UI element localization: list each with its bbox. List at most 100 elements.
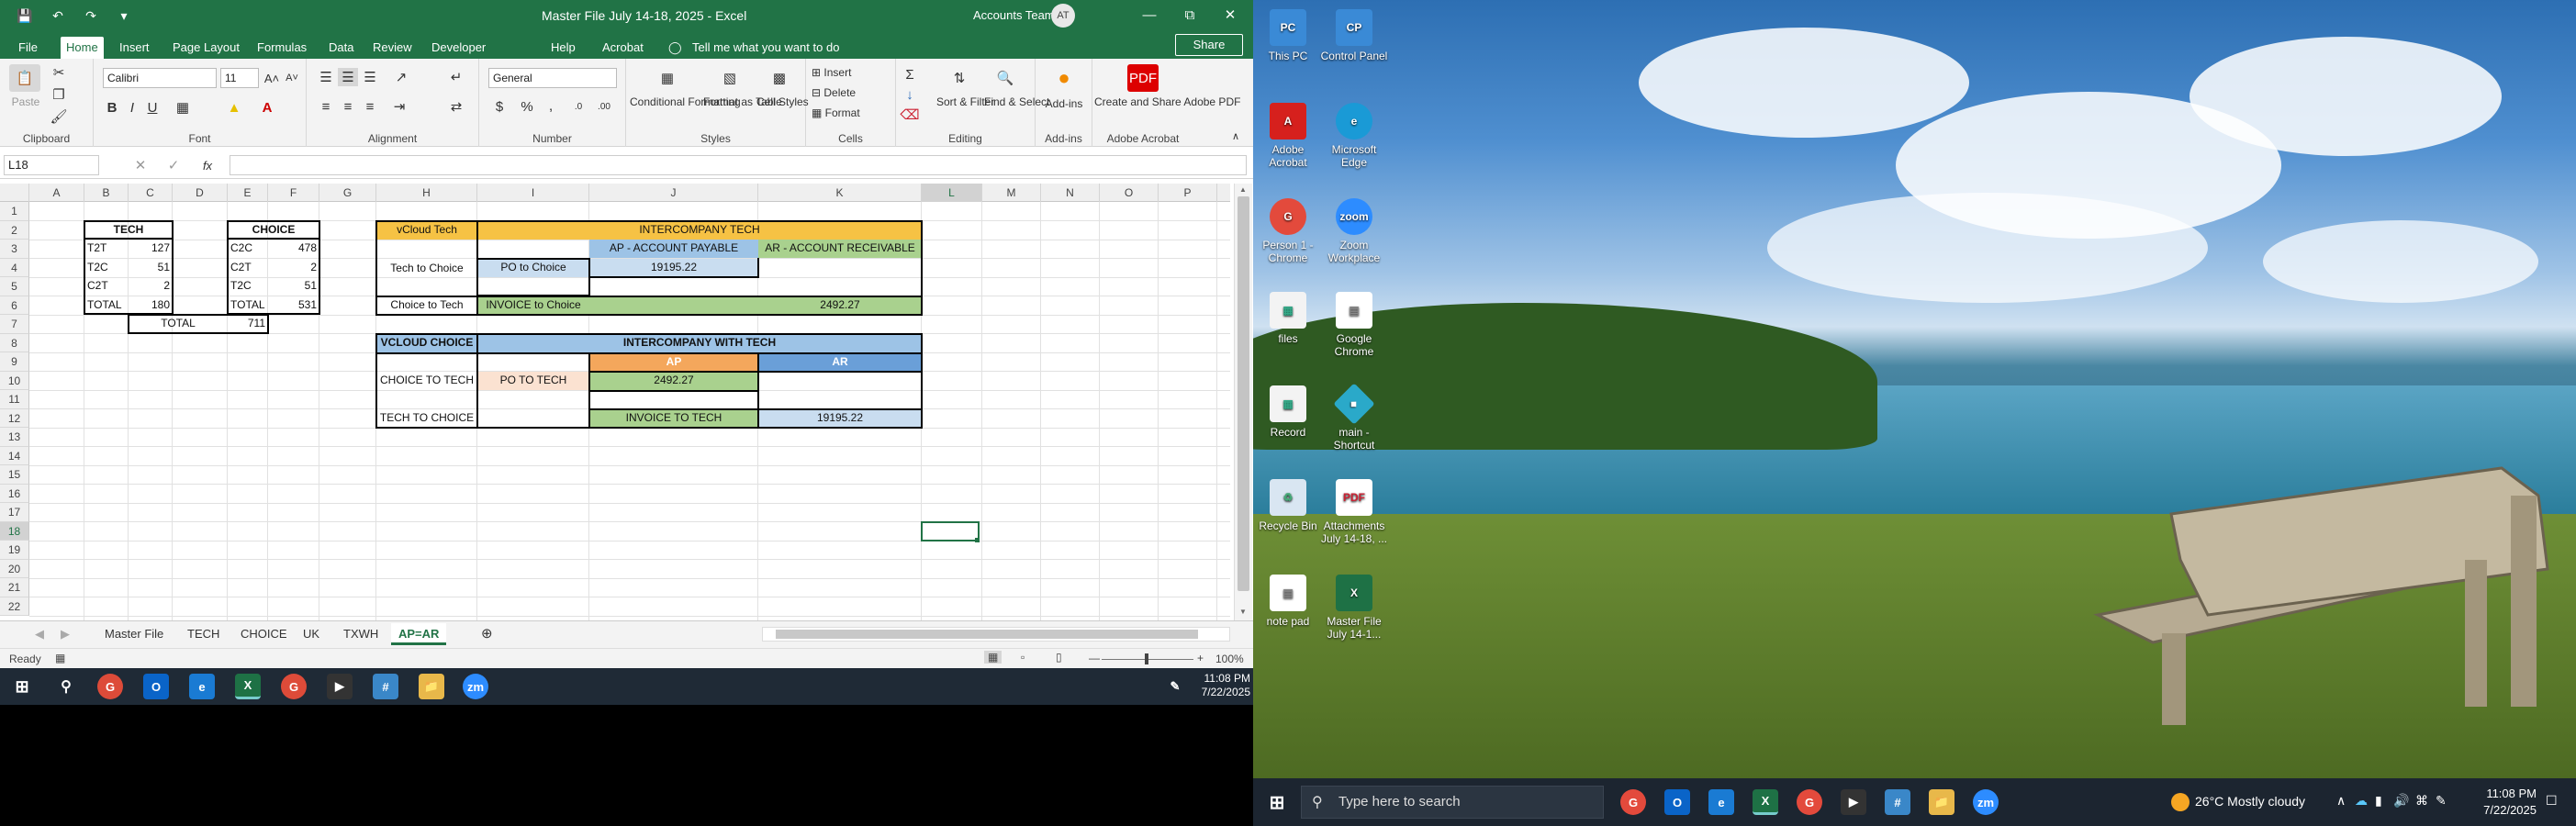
column-header[interactable]: G [319,184,376,202]
normal-view-icon[interactable]: ▦ [984,651,1002,664]
page-break-view-icon[interactable]: ▯ [1056,651,1062,664]
choice-ar-value-cell[interactable]: 19195.22 [758,409,922,428]
tech-row-value[interactable]: 180 [129,296,173,315]
next-sheet-icon[interactable]: ▶ [53,623,77,645]
formula-input[interactable] [230,155,1247,175]
taskbar-clock[interactable]: 11:08 PM 7/22/2025 [2456,786,2537,819]
tab-help[interactable]: Help [545,37,581,59]
pen-icon[interactable]: ✎ [1162,674,1188,699]
desktop-icon[interactable]: CP Control Panel [1319,9,1389,62]
tech-row-value[interactable]: 2 [129,277,173,296]
insert-function-icon[interactable]: fx [196,157,218,173]
onedrive-icon[interactable]: ☁ [2355,793,2368,809]
file-explorer-icon[interactable]: 📁 [1929,789,1954,815]
tech-ar-value-cell[interactable]: 2492.27 [758,296,922,315]
wrap-text-icon[interactable]: ↵ [444,68,468,86]
row-header[interactable]: 12 [0,408,29,428]
row-header[interactable]: 6 [0,296,29,315]
row-header[interactable]: 8 [0,333,29,352]
account-name[interactable]: Accounts Team [973,8,1055,22]
zoom-in-icon[interactable]: + [1197,652,1204,664]
ar-header-cell[interactable]: AR [758,352,922,372]
format-painter-icon[interactable]: 🖌 [50,108,68,125]
column-header[interactable]: I [477,184,589,202]
align-middle-icon[interactable]: ☰ [338,68,358,86]
tab-file[interactable]: File [13,37,43,59]
weather-icon[interactable] [2171,793,2190,811]
po-to-tech-cell[interactable]: PO TO TECH [477,372,589,390]
row-header[interactable]: 7 [0,315,29,334]
selected-cell[interactable] [921,521,980,541]
copy-icon[interactable]: ❐ [50,86,68,103]
format-cells-button[interactable]: ▦ Format [812,106,860,119]
align-top-icon[interactable]: ☰ [316,68,336,86]
tech-ap-value-cell[interactable]: 19195.22 [589,258,758,277]
desktop-icon[interactable]: ▦ files [1253,292,1323,345]
column-header[interactable]: B [84,184,129,202]
choice-row-label[interactable]: C2T [228,259,268,277]
column-header[interactable]: E [228,184,268,202]
row-header[interactable]: 3 [0,240,29,259]
font-size-dropdown[interactable]: 11 [220,68,259,88]
sheet-tab-active[interactable]: AP=AR [391,623,447,645]
tech-to-choice-cell[interactable]: Tech to Choice [376,259,477,296]
choice-row-value[interactable]: 478 [268,240,319,258]
redo-icon[interactable]: ↷ [81,6,101,26]
chrome-icon[interactable]: G [1620,789,1646,815]
cell-styles-button[interactable]: Cell Styles [756,95,809,108]
tell-me-search[interactable]: Tell me what you want to do [687,37,845,59]
fill-handle[interactable] [975,538,980,542]
undo-icon[interactable]: ↶ [48,6,68,26]
windows-start-icon[interactable]: ⊞ [1264,789,1290,815]
avatar[interactable]: AT [1051,4,1075,28]
ap-header-cell[interactable]: AP [589,352,758,372]
choice-row-label[interactable]: T2C [228,277,268,296]
increase-font-icon[interactable]: A˄ [263,68,281,88]
tech-row-label[interactable]: T2C [84,259,129,277]
desktop-icon[interactable]: e Microsoft Edge [1319,103,1389,169]
name-box[interactable]: L18 [4,155,99,175]
column-header[interactable]: K [758,184,922,202]
orientation-icon[interactable]: ↗ [389,68,413,86]
chrome-icon[interactable]: G [97,674,123,699]
vertical-scroll-thumb[interactable] [1238,196,1249,591]
desktop-icon[interactable]: ▦ Record [1253,385,1323,439]
align-bottom-icon[interactable]: ☰ [360,68,380,86]
increase-decimal-icon[interactable]: .0 [567,97,589,116]
tab-data[interactable]: Data [323,37,359,59]
tab-home[interactable]: Home [61,37,104,59]
sheet-tab[interactable]: CHOICE [233,623,295,645]
scroll-up-icon[interactable]: ▲ [1239,185,1247,194]
font-color-icon[interactable]: A [255,97,279,117]
align-right-icon[interactable]: ≡ [360,97,380,116]
column-header[interactable]: A [29,184,84,202]
tech-header[interactable]: TECH [84,221,173,240]
fill-color-icon[interactable]: ▲ [222,97,246,117]
restore-icon[interactable]: ⧉ [1171,4,1208,28]
zoom-out-icon[interactable]: — [1089,652,1100,664]
tech-row-value[interactable]: 51 [129,259,173,277]
collapse-ribbon-icon[interactable]: ∧ [1228,128,1243,143]
align-center-icon[interactable]: ≡ [338,97,358,116]
chrome-profile-icon[interactable]: G [281,674,307,699]
outlook-icon[interactable]: O [143,674,169,699]
find-select-button[interactable]: Find & Select [984,95,1049,108]
cancel-entry-icon[interactable]: ✕ [132,157,149,173]
notification-icon[interactable]: ☐ [2546,793,2558,809]
row-header[interactable]: 21 [0,578,29,597]
green-empty-cell[interactable] [589,296,758,315]
close-icon[interactable]: ✕ [1212,4,1249,28]
tech-row-label[interactable]: T2T [84,240,129,258]
excel-taskbar-clock[interactable]: 11:08 PM 7/22/2025 [1193,672,1250,699]
choice-header[interactable]: CHOICE [228,221,319,240]
desktop-icon[interactable]: ▤ Google Chrome [1319,292,1389,358]
currency-icon[interactable]: $ [488,97,510,116]
column-header[interactable]: F [268,184,319,202]
desktop-icon[interactable]: ◆ main - Shortcut [1319,383,1389,452]
addins-button[interactable]: Add-ins [1039,97,1089,110]
add-sheet-icon[interactable]: ⊕ [474,623,500,645]
desktop-icon[interactable]: zoom Zoom Workplace [1319,198,1389,264]
sheet-tab[interactable]: UK [296,623,327,645]
prev-sheet-icon[interactable]: ◀ [28,623,51,645]
calculator-icon[interactable]: # [373,674,398,699]
